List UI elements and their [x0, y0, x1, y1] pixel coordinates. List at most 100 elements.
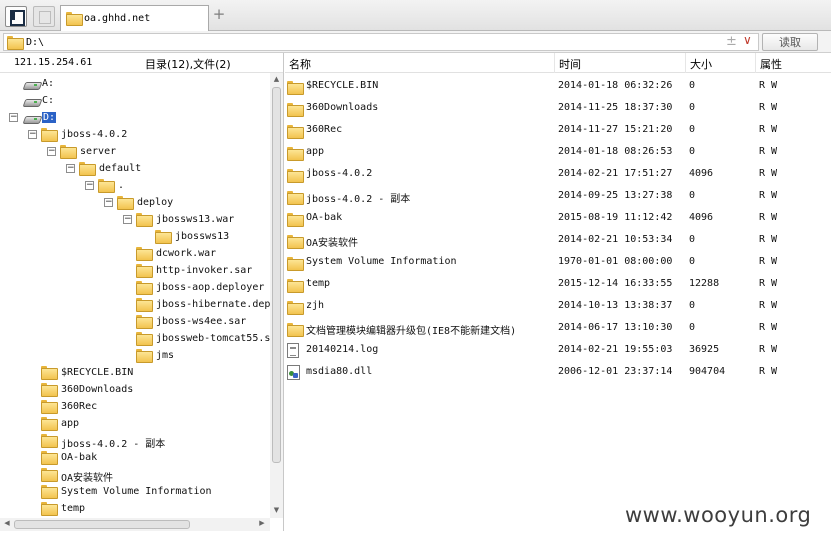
file-size: 12288 — [689, 278, 720, 289]
tree-node[interactable]: jbossws13 — [0, 229, 270, 246]
file-time: 2014-01-18 06:32:26 — [558, 80, 673, 91]
file-list-header: 名称 时间 大小 属性 — [285, 53, 831, 73]
collapse-toggle-icon[interactable]: − — [66, 164, 75, 173]
tree-node[interactable]: 360Downloads — [0, 382, 270, 399]
tree-node[interactable]: − jbossws13.war — [0, 212, 270, 229]
tree-node-label: http-invoker.sar — [156, 265, 253, 276]
scroll-thumb[interactable] — [272, 87, 281, 463]
folder-icon — [287, 169, 304, 183]
tree-node[interactable]: − server — [0, 144, 270, 161]
path-input[interactable] — [26, 35, 716, 49]
tree-node[interactable]: OA-bak — [0, 450, 270, 467]
tree-node[interactable]: A: — [0, 76, 270, 93]
tab-active[interactable]: oa.ghhd.net — [60, 5, 209, 31]
tree-node[interactable]: http-invoker.sar — [0, 263, 270, 280]
tree-node[interactable]: System Volume Information — [0, 484, 270, 501]
collapse-toggle-icon[interactable]: − — [47, 147, 56, 156]
file-row[interactable]: msdia80.dll 2006-12-01 23:37:14 904704 R W — [285, 362, 831, 384]
file-attributes: R W — [759, 168, 778, 179]
folder-icon — [41, 417, 58, 431]
folder-icon — [136, 298, 153, 312]
tree-node[interactable]: jms — [0, 348, 270, 365]
column-header-name[interactable]: 名称 — [285, 53, 555, 73]
file-row[interactable]: app 2014-01-18 08:26:53 0 R W — [285, 142, 831, 164]
read-button[interactable]: 读取 — [762, 33, 818, 51]
folder-icon — [287, 279, 304, 293]
file-name: jboss-4.0.2 — [306, 168, 373, 179]
tree-node[interactable]: jboss-ws4ee.sar — [0, 314, 270, 331]
file-row[interactable]: 360Downloads 2014-11-25 18:37:30 0 R W — [285, 98, 831, 120]
tree-node[interactable]: 360Rec — [0, 399, 270, 416]
folder-icon — [60, 145, 77, 159]
column-header-time[interactable]: 时间 — [555, 53, 686, 73]
file-row[interactable]: 20140214.log 2014-02-21 19:55:03 36925 R W — [285, 340, 831, 362]
file-attributes: R W — [759, 344, 778, 355]
tree-node[interactable]: − deploy — [0, 195, 270, 212]
tree-node[interactable]: − jboss-4.0.2 — [0, 127, 270, 144]
scroll-down-arrow-icon[interactable]: ▼ — [272, 506, 281, 516]
chevron-down-icon[interactable]: ∨ — [743, 33, 752, 47]
scroll-right-arrow-icon[interactable]: ▶ — [257, 519, 267, 529]
tree-node[interactable]: app — [0, 416, 270, 433]
folder-icon — [136, 213, 153, 227]
file-row[interactable]: 文档管理模块编辑器升级包(IE8不能新建文档) 2014-06-17 13:10:… — [285, 318, 831, 340]
directory-tree: A: C: − D: − jboss-4.0.2− server − default −. − dep… — [0, 73, 270, 518]
file-attributes: R W — [759, 146, 778, 157]
file-row[interactable]: temp 2015-12-14 16:33:55 12288 R W — [285, 274, 831, 296]
scroll-up-arrow-icon[interactable]: ▲ — [272, 75, 281, 85]
tree-node-label: 360Rec — [61, 401, 98, 412]
file-row[interactable]: OA安装软件 2014-02-21 10:53:34 0 R W — [285, 230, 831, 252]
tree-node[interactable]: temp — [0, 501, 270, 518]
folder-icon — [41, 383, 58, 397]
collapse-toggle-icon[interactable]: − — [104, 198, 113, 207]
collapse-toggle-icon[interactable]: − — [123, 215, 132, 224]
file-size: 0 — [689, 102, 696, 113]
tree-node[interactable]: $RECYCLE.BIN — [0, 365, 270, 382]
add-bookmark-plus-icon[interactable]: ± — [726, 34, 737, 49]
tree-node[interactable]: jboss-hibernate.deployer — [0, 297, 270, 314]
toggle-panel-button[interactable] — [5, 6, 27, 27]
file-attributes: R W — [759, 212, 778, 223]
file-row[interactable]: jboss-4.0.2 - 副本 2014-09-25 13:27:38 0 R W — [285, 186, 831, 208]
tree-vertical-scrollbar[interactable]: ▲ ▼ — [270, 73, 283, 518]
new-tab-plus-icon[interactable]: + — [212, 7, 226, 22]
collapse-toggle-icon[interactable]: − — [28, 130, 37, 139]
collapse-toggle-icon[interactable]: − — [85, 181, 94, 190]
folder-icon — [287, 147, 304, 161]
scroll-left-arrow-icon[interactable]: ◀ — [2, 519, 12, 529]
tree-node-label: OA安装软件 — [61, 473, 114, 484]
folder-icon — [287, 103, 304, 117]
tree-node-label: app — [61, 418, 80, 429]
file-row[interactable]: zjh 2014-10-13 13:38:37 0 R W — [285, 296, 831, 318]
tree-node[interactable]: OA安装软件 — [0, 467, 270, 484]
file-name: OA-bak — [306, 212, 343, 223]
column-header-size[interactable]: 大小 — [686, 53, 756, 73]
collapse-toggle-icon[interactable]: − — [9, 113, 18, 122]
tree-header: 121.15.254.61 目录(12),文件(2) — [0, 53, 283, 73]
folder-icon — [136, 247, 153, 261]
directory-tree-pane: 121.15.254.61 目录(12),文件(2) A: C: − D: − jboss… — [0, 53, 284, 531]
scroll-thumb[interactable] — [14, 520, 190, 529]
tree-node[interactable]: jboss-4.0.2 - 副本 — [0, 433, 270, 450]
file-time: 2015-08-19 11:12:42 — [558, 212, 673, 223]
drive-icon — [24, 96, 40, 106]
file-row[interactable]: jboss-4.0.2 2014-02-21 17:51:27 4096 R W — [285, 164, 831, 186]
file-row[interactable]: OA-bak 2015-08-19 11:12:42 4096 R W — [285, 208, 831, 230]
tree-node-label: jboss-4.0.2 — [61, 129, 128, 140]
tree-node[interactable]: − D: — [0, 110, 270, 127]
tree-node[interactable]: −. — [0, 178, 270, 195]
tree-horizontal-scrollbar[interactable]: ◀ ▶ — [0, 518, 270, 531]
file-row[interactable]: 360Rec 2014-11-27 15:21:20 0 R W — [285, 120, 831, 142]
folder-icon — [79, 162, 96, 176]
file-row[interactable]: System Volume Information 1970-01-01 08:0… — [285, 252, 831, 274]
server-ip: 121.15.254.61 — [14, 57, 93, 68]
tree-node[interactable]: − default — [0, 161, 270, 178]
tree-node[interactable]: jboss-aop.deployer — [0, 280, 270, 297]
file-name: msdia80.dll — [306, 366, 373, 377]
tree-node-label: C: — [42, 95, 55, 106]
column-header-attributes[interactable]: 属性 — [756, 53, 831, 73]
tree-node[interactable]: dcwork.war — [0, 246, 270, 263]
tree-node[interactable]: jbossweb-tomcat55.sar — [0, 331, 270, 348]
file-row[interactable]: $RECYCLE.BIN 2014-01-18 06:32:26 0 R W — [285, 76, 831, 98]
tree-node[interactable]: C: — [0, 93, 270, 110]
